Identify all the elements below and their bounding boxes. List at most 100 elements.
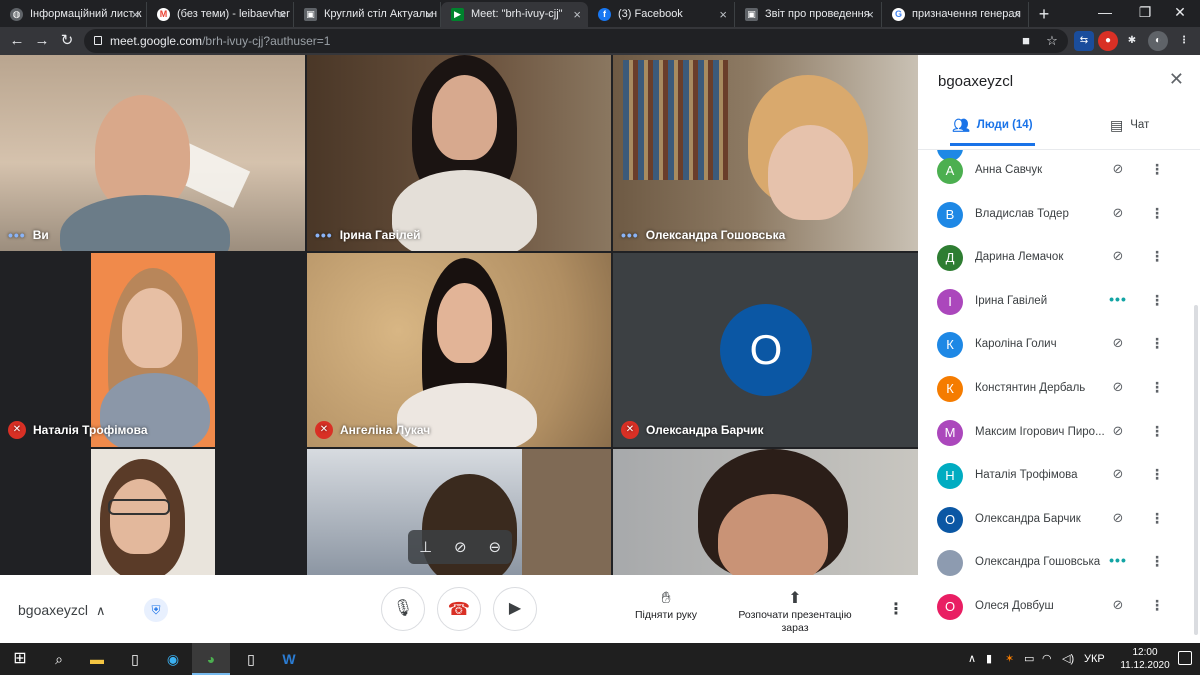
- close-icon[interactable]: ×: [278, 2, 286, 27]
- language-indicator[interactable]: УКР: [1084, 643, 1105, 675]
- more-options-icon[interactable]: ⋮: [1150, 466, 1164, 483]
- more-options-icon[interactable]: ⋮: [1150, 335, 1164, 352]
- participant-row[interactable]: К Кароліна Голич ⊘ ⋮: [918, 324, 1200, 368]
- camera-button[interactable]: ▶: [493, 587, 537, 631]
- puzzle-icon[interactable]: ✱: [1122, 31, 1142, 51]
- search-icon[interactable]: ⌕: [40, 643, 78, 675]
- mute-participant-icon[interactable]: ⊘: [454, 538, 467, 556]
- host-controls-shield-icon[interactable]: ⛨: [144, 598, 168, 622]
- tray-icon[interactable]: ✶: [1005, 643, 1014, 675]
- video-tile[interactable]: [613, 449, 918, 575]
- video-tile[interactable]: ✕ Ангеліна Лукач: [307, 253, 611, 447]
- tab-people[interactable]: 👥︎ Люди (14): [950, 110, 1035, 146]
- pin-icon[interactable]: ⊥: [419, 538, 432, 556]
- more-options-icon[interactable]: ⋮: [1150, 292, 1164, 309]
- video-tile[interactable]: ••• Ви: [0, 55, 305, 251]
- participant-row[interactable]: А Анна Савчук ⊘ ⋮: [918, 150, 1200, 194]
- extension-icon[interactable]: ●: [1098, 31, 1118, 51]
- bookmark-star-icon[interactable]: ☆: [1042, 29, 1062, 53]
- mic-off-icon[interactable]: ⊘: [1108, 335, 1128, 351]
- browser-tab[interactable]: ▣ Круглий стіл Актуальн ×: [294, 2, 441, 27]
- participant-row[interactable]: Олександра Гошовська ••• ⋮: [918, 542, 1200, 586]
- video-tile[interactable]: [0, 449, 305, 575]
- browser-tab-active[interactable]: ▶ Meet: "brh-ivuy-cjj" ×: [441, 2, 588, 27]
- browser-tab[interactable]: f (3) Facebook ×: [588, 2, 735, 27]
- mic-off-icon[interactable]: ⊘: [1108, 161, 1128, 177]
- forward-icon[interactable]: →: [31, 30, 53, 52]
- raise-hand-button[interactable]: ✋︎ Підняти руку: [626, 589, 706, 622]
- participant-row[interactable]: Д Дарина Лемачок ⊘ ⋮: [918, 237, 1200, 281]
- mic-off-icon[interactable]: ⊘: [1108, 248, 1128, 264]
- participant-row[interactable]: О Олександра Барчик ⊘ ⋮: [918, 499, 1200, 543]
- tray-icon[interactable]: ▮: [986, 643, 992, 675]
- participant-row[interactable]: І Ірина Гавілей ••• ⋮: [918, 281, 1200, 325]
- document-icon[interactable]: ▯: [232, 643, 270, 675]
- chrome-menu-icon[interactable]: ⋮: [1174, 31, 1194, 51]
- more-options-icon[interactable]: ⋮: [1150, 161, 1164, 178]
- video-tile[interactable]: ••• Ірина Гавілей: [307, 55, 611, 251]
- mic-off-icon[interactable]: ⊘: [1108, 379, 1128, 395]
- system-clock[interactable]: 12:00 11.12.2020: [1120, 646, 1170, 672]
- mic-off-icon[interactable]: ⊘: [1108, 423, 1128, 439]
- microphone-button[interactable]: 🎙︎: [381, 587, 425, 631]
- more-options-icon[interactable]: ⋮: [1150, 510, 1164, 527]
- remove-participant-icon[interactable]: ⊖: [488, 538, 501, 556]
- restore-icon[interactable]: ❐: [1125, 0, 1165, 27]
- video-tile[interactable]: ••• Олександра Гошовська: [613, 55, 918, 251]
- document-icon[interactable]: ▯: [116, 643, 154, 675]
- present-now-button[interactable]: ⬆ Розпочати презентацію зараз: [730, 589, 860, 635]
- windows-start-icon[interactable]: ⊞: [0, 643, 40, 675]
- close-icon[interactable]: ×: [719, 2, 727, 27]
- participant-row[interactable]: В Владислав Тодер ⊘ ⋮: [918, 194, 1200, 238]
- more-options-icon[interactable]: ⋮: [1150, 248, 1164, 265]
- mic-off-icon[interactable]: ⊘: [1108, 466, 1128, 482]
- mic-off-icon[interactable]: ⊘: [1108, 205, 1128, 221]
- address-bar[interactable]: meet.google.com/brh-ivuy-cjj?authuser=1 …: [84, 29, 1068, 53]
- new-tab-button[interactable]: +: [1029, 2, 1059, 27]
- tray-chevron-icon[interactable]: ∧: [968, 643, 976, 675]
- participant-row[interactable]: Н Наталія Трофімова ⊘ ⋮: [918, 455, 1200, 499]
- leave-call-button[interactable]: ☎: [437, 587, 481, 631]
- camera-icon[interactable]: ■: [1016, 29, 1036, 53]
- browser-tab[interactable]: Gпризначення генерал ×: [882, 2, 1029, 27]
- tray-icon[interactable]: ▭: [1024, 643, 1034, 675]
- close-icon[interactable]: ×: [573, 2, 581, 27]
- network-icon[interactable]: ◠: [1042, 643, 1052, 675]
- back-icon[interactable]: ←: [6, 30, 28, 52]
- close-icon[interactable]: ✕: [1169, 69, 1184, 90]
- participant-row[interactable]: К Констянтин Дербаль ⊘ ⋮: [918, 368, 1200, 412]
- minimize-icon[interactable]: —: [1085, 0, 1125, 27]
- file-explorer-icon[interactable]: ▬: [78, 643, 116, 675]
- browser-tab[interactable]: M (без теми) - leibaevher ×: [147, 2, 294, 27]
- reload-icon[interactable]: ↻: [56, 30, 78, 52]
- close-icon[interactable]: ×: [1013, 2, 1021, 27]
- participant-avatar: М: [937, 419, 963, 446]
- mic-off-icon[interactable]: ⊘: [1108, 510, 1128, 526]
- profile-avatar[interactable]: ◐: [1148, 31, 1168, 51]
- close-window-icon[interactable]: ✕: [1160, 0, 1200, 27]
- more-options-icon[interactable]: ⋮: [1150, 205, 1164, 222]
- notifications-icon[interactable]: [1178, 651, 1192, 665]
- browser-tab[interactable]: ◍ Інформаційний лист к ×: [0, 2, 147, 27]
- close-icon[interactable]: ×: [425, 2, 433, 27]
- tab-chat[interactable]: ▤ Чат: [1110, 110, 1149, 146]
- participant-row[interactable]: М Максим Ігорович Пиро... ⊘ ⋮: [918, 412, 1200, 456]
- more-options-icon[interactable]: ⋮: [888, 599, 904, 619]
- participant-row[interactable]: О Олеся Довбуш ⊘ ⋮: [918, 586, 1200, 630]
- more-options-icon[interactable]: ⋮: [1150, 553, 1164, 570]
- volume-icon[interactable]: ◁): [1062, 643, 1074, 675]
- close-icon[interactable]: ×: [866, 2, 874, 27]
- more-options-icon[interactable]: ⋮: [1150, 379, 1164, 396]
- close-icon[interactable]: ×: [131, 2, 139, 27]
- browser-tab[interactable]: ▣ Звіт про проведення ×: [735, 2, 882, 27]
- video-tile[interactable]: ✕ Наталія Трофімова: [0, 253, 305, 447]
- meeting-details[interactable]: bgoaxeyzcl ∧: [18, 602, 106, 619]
- edge-icon[interactable]: ◉: [154, 643, 192, 675]
- chrome-icon[interactable]: ◕: [192, 643, 230, 675]
- more-options-icon[interactable]: ⋮: [1150, 597, 1164, 614]
- extension-icon[interactable]: ⇆: [1074, 31, 1094, 51]
- scrollbar[interactable]: [1194, 305, 1198, 635]
- more-options-icon[interactable]: ⋮: [1150, 423, 1164, 440]
- mic-off-icon[interactable]: ⊘: [1108, 597, 1128, 613]
- word-icon[interactable]: W: [270, 643, 308, 675]
